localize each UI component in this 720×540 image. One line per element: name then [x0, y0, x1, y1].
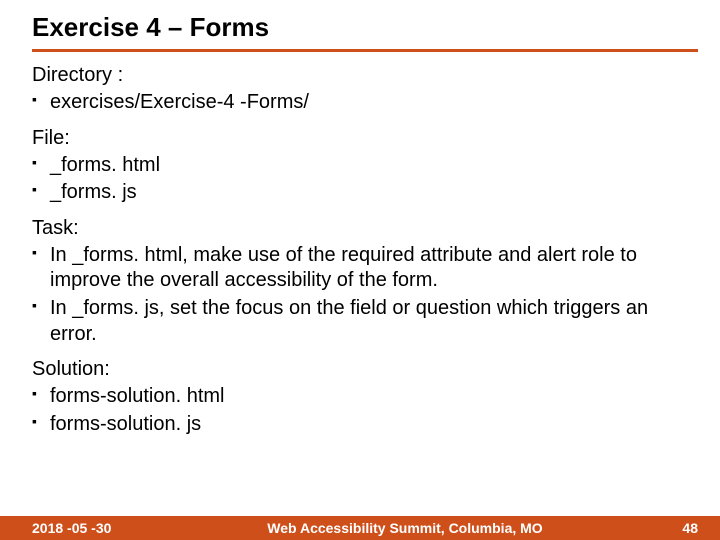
task-label: Task:: [32, 217, 680, 240]
solution-list: forms-solution. html forms-solution. js: [32, 383, 680, 438]
list-item: forms-solution. html: [50, 383, 680, 411]
list-item: _forms. html: [50, 152, 680, 180]
slide-content: Directory : exercises/Exercise-4 -Forms/…: [0, 52, 720, 438]
footer-bar: 2018 -05 -30 Web Accessibility Summit, C…: [0, 516, 720, 540]
list-item: In _forms. html, make use of the require…: [50, 242, 680, 295]
directory-list: exercises/Exercise-4 -Forms/: [32, 89, 680, 117]
directory-label: Directory :: [32, 64, 680, 87]
footer-page-number: 48: [638, 520, 720, 536]
list-item: _forms. js: [50, 179, 680, 207]
file-label: File:: [32, 127, 680, 150]
list-item: exercises/Exercise-4 -Forms/: [50, 89, 680, 117]
list-item: forms-solution. js: [50, 411, 680, 439]
slide: Exercise 4 – Forms Directory : exercises…: [0, 0, 720, 540]
slide-title: Exercise 4 – Forms: [0, 0, 720, 49]
file-list: _forms. html _forms. js: [32, 152, 680, 207]
task-list: In _forms. html, make use of the require…: [32, 242, 680, 348]
list-item: In _forms. js, set the focus on the fiel…: [50, 295, 680, 348]
footer-date: 2018 -05 -30: [0, 520, 172, 536]
solution-label: Solution:: [32, 358, 680, 381]
footer-venue: Web Accessibility Summit, Columbia, MO: [172, 520, 638, 536]
